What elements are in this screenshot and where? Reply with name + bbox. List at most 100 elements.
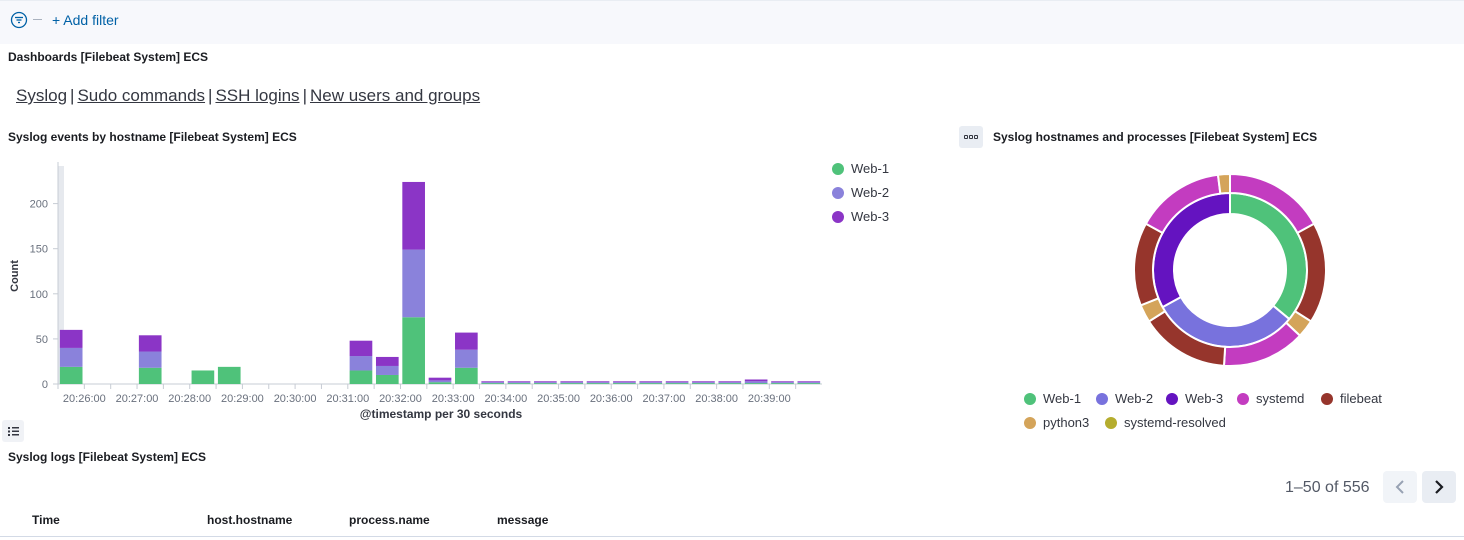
legend-swatch (1024, 417, 1036, 429)
bar-segment-web-2[interactable] (744, 381, 768, 384)
bar-segment-web-1[interactable] (59, 366, 83, 384)
ssh-logins-link[interactable]: SSH logins (215, 86, 299, 105)
bar-segment-web-1[interactable] (797, 383, 821, 384)
bar-segment-web-1[interactable] (428, 382, 452, 384)
filter-menu-icon[interactable] (10, 11, 28, 29)
legend-item-web-2[interactable]: Web-2 (832, 185, 889, 200)
bar-segment-web-3[interactable] (402, 181, 425, 250)
legend-item-python3[interactable]: python3 (1024, 415, 1089, 430)
bar-segment-web-1[interactable] (718, 383, 742, 384)
bar-segment-web-3[interactable] (586, 381, 610, 383)
bar-segment-web-1[interactable] (349, 370, 373, 384)
bar-segment-web-1[interactable] (613, 383, 636, 384)
legend-item-web-1[interactable]: Web-1 (832, 161, 889, 176)
legend-item-systemd-resolved[interactable]: systemd-resolved (1105, 415, 1226, 430)
legend-toggle-button[interactable] (2, 420, 24, 442)
bar-segment-web-3[interactable] (613, 381, 636, 383)
legend-swatch (832, 211, 844, 223)
legend-item-web-2[interactable]: Web-2 (1096, 391, 1153, 406)
bar-segment-web-1[interactable] (639, 383, 663, 384)
sudo-commands-link[interactable]: Sudo commands (77, 86, 205, 105)
bar-segment-web-2[interactable] (428, 380, 452, 383)
bar-segment-web-1[interactable] (560, 383, 584, 384)
table-header-divider (0, 536, 1464, 537)
bar-segment-web-3[interactable] (428, 377, 452, 381)
bar-segment-web-2[interactable] (771, 382, 794, 384)
bar-segment-web-2[interactable] (402, 249, 425, 318)
column-header-message[interactable]: message (497, 513, 548, 527)
bar-segment-web-3[interactable] (797, 381, 821, 383)
bar-segment-web-3[interactable] (771, 381, 794, 383)
donut-panel-title: Syslog hostnames and processes [Filebeat… (993, 130, 1318, 144)
bar-segment-web-3[interactable] (534, 381, 557, 383)
x-tick-label: 20:29:00 (221, 393, 264, 405)
bar-segment-web-1[interactable] (481, 383, 505, 384)
link-separator: | (70, 86, 75, 105)
bar-segment-web-2[interactable] (349, 356, 373, 371)
next-page-button[interactable] (1422, 471, 1456, 503)
bar-segment-web-3[interactable] (481, 381, 505, 383)
bar-segment-web-1[interactable] (217, 366, 241, 384)
bar-segment-web-1[interactable] (692, 383, 715, 384)
bar-segment-web-3[interactable] (692, 381, 715, 383)
legend-item-web-1[interactable]: Web-1 (1024, 391, 1081, 406)
legend-item-systemd[interactable]: systemd (1237, 391, 1304, 406)
bar-segment-web-1[interactable] (402, 317, 425, 384)
bar-segment-web-2[interactable] (534, 382, 557, 384)
new-users-and-groups-link[interactable]: New users and groups (310, 86, 480, 105)
bar-segment-web-3[interactable] (560, 381, 584, 383)
dashboards-panel-title: Dashboards [Filebeat System] ECS (8, 50, 209, 64)
bar-segment-web-1[interactable] (665, 383, 689, 384)
legend-item-web-3[interactable]: Web-3 (832, 209, 889, 224)
bar-segment-web-3[interactable] (744, 379, 768, 382)
bar-segment-web-3[interactable] (665, 381, 689, 383)
column-header-process-name[interactable]: process.name (349, 513, 430, 527)
bar-segment-web-2[interactable] (586, 382, 610, 384)
legend-item-filebeat[interactable]: filebeat (1321, 391, 1382, 406)
bar-segment-web-3[interactable] (718, 381, 742, 383)
bar-segment-web-2[interactable] (375, 365, 399, 375)
bar-segment-web-1[interactable] (744, 383, 768, 384)
bar-segment-web-2[interactable] (797, 382, 821, 384)
x-tick-label: 20:39:00 (748, 393, 791, 405)
bar-segment-web-2[interactable] (639, 382, 663, 384)
bar-segment-web-3[interactable] (349, 340, 373, 357)
x-tick-label: 20:26:00 (63, 393, 106, 405)
column-header-host-hostname[interactable]: host.hostname (207, 513, 292, 527)
legend-swatch (1166, 393, 1178, 405)
column-header-time[interactable]: Time (32, 513, 60, 527)
add-filter-button[interactable]: + Add filter (52, 12, 119, 28)
bar-segment-web-2[interactable] (560, 382, 584, 384)
panel-options-button[interactable] (959, 126, 983, 148)
bar-segment-web-1[interactable] (455, 367, 478, 384)
process-slice-python3[interactable] (1216, 172, 1231, 195)
bar-segment-web-1[interactable] (771, 383, 794, 384)
bar-segment-web-3[interactable] (639, 381, 663, 383)
bar-segment-web-1[interactable] (534, 383, 557, 384)
bar-segment-web-1[interactable] (375, 374, 399, 384)
bar-segment-web-3[interactable] (375, 356, 399, 366)
bar-segment-web-2[interactable] (59, 347, 83, 367)
bar-segment-web-3[interactable] (138, 335, 162, 352)
bar-segment-web-1[interactable] (191, 370, 215, 384)
bar-segment-web-2[interactable] (613, 382, 636, 384)
legend-label: Web-2 (851, 185, 890, 200)
bar-segment-web-2[interactable] (665, 382, 689, 384)
bar-segment-web-2[interactable] (507, 382, 531, 384)
bar-segment-web-2[interactable] (692, 382, 715, 384)
bar-segment-web-1[interactable] (507, 383, 531, 384)
previous-page-button[interactable] (1383, 471, 1417, 503)
legend-label: Web-3 (851, 209, 890, 224)
legend-swatch (832, 187, 844, 199)
legend-item-web-3[interactable]: Web-3 (1166, 391, 1223, 406)
bar-segment-web-1[interactable] (138, 367, 162, 384)
bar-segment-web-2[interactable] (718, 382, 742, 384)
bar-segment-web-2[interactable] (481, 382, 505, 384)
bar-segment-web-3[interactable] (59, 329, 83, 348)
bar-segment-web-3[interactable] (455, 332, 478, 350)
bar-segment-web-2[interactable] (138, 351, 162, 368)
bar-segment-web-1[interactable] (586, 383, 610, 384)
bar-segment-web-3[interactable] (507, 381, 531, 383)
syslog-link[interactable]: Syslog (16, 86, 67, 105)
bar-segment-web-2[interactable] (455, 349, 478, 368)
